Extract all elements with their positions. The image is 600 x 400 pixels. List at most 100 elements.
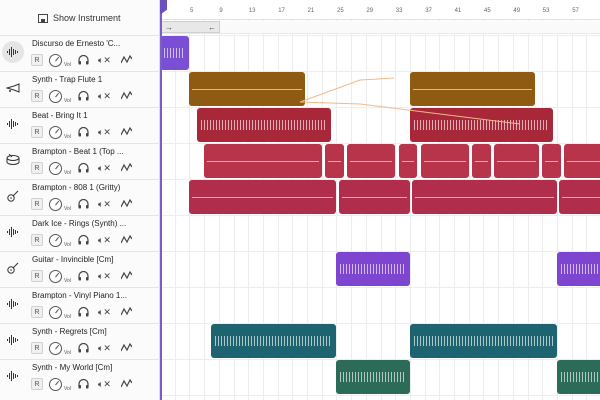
record-arm-button[interactable]: R xyxy=(31,162,43,174)
automation-icon[interactable] xyxy=(120,343,132,353)
automation-icon[interactable] xyxy=(120,55,132,65)
headphones-icon[interactable] xyxy=(78,163,89,173)
automation-icon[interactable] xyxy=(120,379,132,389)
clip[interactable] xyxy=(556,360,600,394)
clip[interactable] xyxy=(160,36,190,70)
track-name[interactable]: Brampton - Beat 1 (Top ... xyxy=(32,147,158,156)
automation-icon[interactable] xyxy=(120,127,132,137)
clip[interactable] xyxy=(420,144,469,178)
waveform-icon[interactable] xyxy=(2,293,24,315)
clip[interactable] xyxy=(189,180,337,214)
track-name[interactable]: Brampton - 808 1 (Gritty) xyxy=(32,183,158,192)
clip[interactable] xyxy=(189,72,305,106)
clip[interactable] xyxy=(325,144,344,178)
record-arm-button[interactable]: R xyxy=(31,54,43,66)
mute-speaker-icon[interactable]: 🔈︎✕ xyxy=(98,235,111,246)
clip[interactable] xyxy=(556,252,600,286)
loop-start-arrow-icon[interactable]: → xyxy=(165,23,173,32)
loop-end-arrow-icon[interactable]: ← xyxy=(208,23,216,32)
clip[interactable] xyxy=(347,144,396,178)
headphones-icon[interactable] xyxy=(78,379,89,389)
drum-icon[interactable] xyxy=(2,149,24,171)
bar-ruler[interactable]: 5 9 13 17 21 25 29 33 37 41 45 49 53 57 xyxy=(160,0,600,20)
volume-knob[interactable] xyxy=(49,233,62,247)
record-arm-button[interactable]: R xyxy=(31,234,43,246)
volume-knob[interactable] xyxy=(49,341,62,355)
clip[interactable] xyxy=(338,180,410,214)
arrangement-timeline[interactable]: 5 9 13 17 21 25 29 33 37 41 45 49 53 57 → ← xyxy=(160,0,600,400)
volume-knob[interactable] xyxy=(49,377,62,391)
clip[interactable] xyxy=(409,72,535,106)
volume-knob[interactable] xyxy=(49,161,62,175)
track-name[interactable]: Synth - Trap Flute 1 xyxy=(32,75,158,84)
mute-speaker-icon[interactable]: 🔈︎✕ xyxy=(98,379,111,390)
waveform-icon[interactable] xyxy=(2,365,24,387)
automation-icon[interactable] xyxy=(120,163,132,173)
headphones-icon[interactable] xyxy=(78,91,89,101)
volume-knob[interactable] xyxy=(49,89,62,103)
clip[interactable] xyxy=(542,144,561,178)
track-header[interactable]: Brampton - 808 1 (Gritty) R Vol 🔈︎✕ xyxy=(0,179,160,215)
mute-speaker-icon[interactable]: 🔈︎✕ xyxy=(98,307,111,318)
clip[interactable] xyxy=(472,144,491,178)
record-arm-button[interactable]: R xyxy=(31,198,43,210)
track-header[interactable]: Synth - Trap Flute 1 R Vol 🔈︎✕ xyxy=(0,71,160,107)
automation-icon[interactable] xyxy=(120,199,132,209)
track-header[interactable]: Synth - My World [Cm] R Vol 🔈︎✕ xyxy=(0,359,160,395)
clip[interactable] xyxy=(409,324,557,358)
track-name[interactable]: Discurso de Ernesto 'C... xyxy=(32,39,158,48)
track-header[interactable]: Synth - Regrets [Cm] R Vol 🔈︎✕ xyxy=(0,323,160,359)
show-instrument-toggle[interactable]: Show Instrument xyxy=(0,0,160,36)
waveform-icon[interactable] xyxy=(2,41,24,63)
loop-strip[interactable] xyxy=(160,21,600,34)
clip[interactable] xyxy=(494,144,539,178)
automation-icon[interactable] xyxy=(120,271,132,281)
waveform-icon[interactable] xyxy=(2,113,24,135)
clip[interactable] xyxy=(204,144,322,178)
guitar-icon[interactable] xyxy=(2,257,24,279)
record-arm-button[interactable]: R xyxy=(31,90,43,102)
track-name[interactable]: Synth - Regrets [Cm] xyxy=(32,327,158,336)
clip[interactable] xyxy=(398,144,418,178)
headphones-icon[interactable] xyxy=(78,343,89,353)
volume-knob[interactable] xyxy=(49,125,62,139)
mute-speaker-icon[interactable]: 🔈︎✕ xyxy=(98,163,111,174)
mute-speaker-icon[interactable]: 🔈︎✕ xyxy=(98,343,111,354)
track-name[interactable]: Guitar - Invincible [Cm] xyxy=(32,255,158,264)
headphones-icon[interactable] xyxy=(78,199,89,209)
playhead[interactable] xyxy=(160,0,167,400)
track-name[interactable]: Dark Ice - Rings (Synth) ... xyxy=(32,219,158,228)
headphones-icon[interactable] xyxy=(78,271,89,281)
clip[interactable] xyxy=(559,180,600,214)
record-arm-button[interactable]: R xyxy=(31,270,43,282)
mute-speaker-icon[interactable]: 🔈︎✕ xyxy=(98,127,111,138)
track-header[interactable]: Beat - Bring It 1 R Vol 🔈︎✕ xyxy=(0,107,160,143)
record-arm-button[interactable]: R xyxy=(31,342,43,354)
track-header[interactable]: Dark Ice - Rings (Synth) ... R Vol 🔈︎✕ xyxy=(0,215,160,251)
headphones-icon[interactable] xyxy=(78,127,89,137)
clip[interactable] xyxy=(196,108,332,142)
waveform-icon[interactable] xyxy=(2,221,24,243)
clip[interactable] xyxy=(409,108,554,142)
clip[interactable] xyxy=(564,144,600,178)
track-name[interactable]: Synth - My World [Cm] xyxy=(32,363,158,372)
headphones-icon[interactable] xyxy=(78,55,89,65)
guitar-icon[interactable] xyxy=(2,185,24,207)
volume-knob[interactable] xyxy=(49,269,62,283)
automation-icon[interactable] xyxy=(120,91,132,101)
headphones-icon[interactable] xyxy=(78,307,89,317)
record-arm-button[interactable]: R xyxy=(31,126,43,138)
volume-knob[interactable] xyxy=(49,305,62,319)
clip[interactable] xyxy=(336,360,410,394)
mute-speaker-icon[interactable]: 🔈︎✕ xyxy=(98,271,111,282)
waveform-icon[interactable] xyxy=(2,329,24,351)
track-header[interactable]: Brampton - Vinyl Piano 1... R Vol 🔈︎✕ xyxy=(0,287,160,323)
clip[interactable] xyxy=(211,324,337,358)
automation-icon[interactable] xyxy=(120,235,132,245)
mute-speaker-icon[interactable]: 🔈︎✕ xyxy=(98,199,111,210)
clip[interactable] xyxy=(412,180,557,214)
trumpet-icon[interactable] xyxy=(2,77,24,99)
track-header[interactable]: Brampton - Beat 1 (Top ... R Vol 🔈︎✕ xyxy=(0,143,160,179)
record-arm-button[interactable]: R xyxy=(31,306,43,318)
track-name[interactable]: Brampton - Vinyl Piano 1... xyxy=(32,291,158,300)
